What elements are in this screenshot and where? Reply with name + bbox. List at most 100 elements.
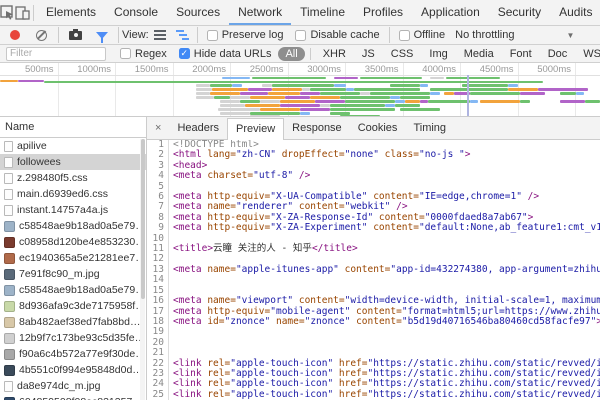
inspect-element-icon[interactable] — [0, 3, 15, 23]
regex-checkbox[interactable]: Regex — [120, 48, 167, 60]
waterfall-bar — [18, 80, 44, 82]
throttling-select[interactable]: No throttling ▼ — [455, 29, 574, 41]
request-row[interactable]: 7e91f8c90_m.jpg — [0, 266, 146, 282]
document-file-icon — [4, 141, 13, 152]
tab-network[interactable]: Network — [229, 0, 291, 25]
disable-cache-checkbox[interactable]: Disable cache — [295, 29, 379, 41]
waterfall-bar — [446, 77, 500, 79]
request-row[interactable]: followees — [0, 154, 146, 170]
code-text: <meta id="znonce" name="znonce" content=… — [169, 317, 600, 327]
checkbox-box[interactable]: ✓ — [179, 48, 190, 59]
waterfall-bar — [340, 96, 390, 99]
filter-input[interactable] — [6, 47, 106, 61]
request-row[interactable]: c58548ae9b18ad0a5e79fe4e... — [0, 218, 146, 234]
checkbox-label: Offline — [414, 29, 446, 41]
waterfall-bar — [330, 104, 385, 107]
network-overview[interactable]: 500ms1000ms1500ms2000ms2500ms3000ms3500m… — [0, 63, 600, 117]
tab-profiles[interactable]: Profiles — [354, 0, 412, 25]
request-row[interactable]: instant.14757a4a.js — [0, 202, 146, 218]
waterfall-bar — [210, 84, 232, 87]
waterfall-bar — [230, 96, 250, 99]
close-icon[interactable]: × — [147, 122, 169, 134]
tab-timeline[interactable]: Timeline — [291, 0, 354, 25]
sidebar-scrollbar[interactable] — [140, 139, 145, 400]
list-view-icon[interactable] — [154, 30, 166, 40]
screenshot-camera-icon[interactable] — [69, 31, 82, 40]
request-row[interactable]: da8e974dc_m.jpg — [0, 378, 146, 394]
detail-tab-timing[interactable]: Timing — [405, 118, 454, 139]
request-row[interactable]: z.298480f5.css — [0, 170, 146, 186]
filter-type-all[interactable]: All — [278, 47, 304, 61]
detail-tab-headers[interactable]: Headers — [169, 118, 227, 139]
preview-code-view[interactable]: 1<!DOCTYPE html>2<html lang="zh-CN" drop… — [147, 140, 600, 400]
waterfall-bar — [210, 92, 240, 95]
clear-icon[interactable] — [36, 30, 47, 41]
tab-audits[interactable]: Audits — [550, 0, 600, 25]
checkbox-box[interactable] — [399, 30, 410, 41]
tab-application[interactable]: Application — [412, 0, 489, 25]
request-row[interactable]: c08958d120be4e853230649... — [0, 234, 146, 250]
filter-type-xhr[interactable]: XHR — [316, 47, 353, 61]
detail-tab-preview[interactable]: Preview — [227, 118, 284, 140]
code-text: <html lang="zh-CN" dropEffect="none" cla… — [169, 150, 471, 160]
waterfall-bar — [385, 104, 395, 107]
network-toolbar: View: Preserve log Disable cache Offline… — [0, 26, 600, 45]
request-row[interactable]: 8ab482aef38ed7fab8bd4314... — [0, 314, 146, 330]
filter-type-doc[interactable]: Doc — [541, 47, 575, 61]
filter-type-ws[interactable]: WS — [576, 47, 600, 61]
waterfall-bar — [214, 96, 230, 99]
detail-tab-cookies[interactable]: Cookies — [350, 118, 406, 139]
filter-type-css[interactable]: CSS — [384, 47, 421, 61]
detail-tab-response[interactable]: Response — [284, 118, 350, 139]
checkbox-box[interactable] — [207, 30, 218, 41]
waterfall-view-icon[interactable] — [176, 30, 189, 40]
code-line: 11<title>云瞳 关注的人 - 知乎</title> — [147, 244, 600, 254]
checkbox-box[interactable] — [120, 48, 131, 59]
waterfall-bar — [520, 100, 530, 103]
request-row[interactable]: 12b9f7c173be93c5d35fea2d... — [0, 330, 146, 346]
name-column-header[interactable]: Name — [0, 117, 146, 138]
request-row[interactable]: f90a6c4b572a77e9f30de153... — [0, 346, 146, 362]
device-toolbar-icon[interactable] — [15, 3, 30, 23]
filter-type-media[interactable]: Media — [457, 47, 501, 61]
request-row[interactable]: ec1940365a5e21281ee71856... — [0, 250, 146, 266]
filter-type-font[interactable]: Font — [503, 47, 539, 61]
tab-console[interactable]: Console — [105, 0, 167, 25]
tick-label: 1000ms — [58, 64, 112, 75]
request-row[interactable]: 604859508f08ec8313573f0e7... — [0, 394, 146, 400]
waterfall-bar — [262, 84, 272, 87]
waterfall-bar — [334, 84, 346, 87]
tab-security[interactable]: Security — [489, 0, 550, 25]
request-row[interactable]: apilive — [0, 138, 146, 154]
separator — [33, 5, 34, 21]
waterfall-bar — [508, 88, 538, 91]
tab-elements[interactable]: Elements — [37, 0, 105, 25]
record-icon[interactable] — [10, 30, 20, 40]
preserve-log-checkbox[interactable]: Preserve log — [207, 29, 284, 41]
waterfall-bar — [220, 100, 240, 103]
offline-checkbox[interactable]: Offline — [399, 29, 446, 41]
waterfall-bar — [345, 100, 395, 103]
request-row[interactable]: 4b551c0f994e95848d0dda09... — [0, 362, 146, 378]
filter-type-img[interactable]: Img — [422, 47, 454, 61]
request-row[interactable]: 8d936afa9c3de7175958fae5... — [0, 298, 146, 314]
request-row[interactable]: main.d6939ed6.css — [0, 186, 146, 202]
waterfall-bar — [444, 92, 454, 95]
filter-funnel-icon[interactable] — [96, 32, 108, 39]
separator — [58, 27, 59, 43]
checkbox-box[interactable] — [295, 30, 306, 41]
waterfall-bar — [220, 112, 250, 115]
tab-sources[interactable]: Sources — [167, 0, 229, 25]
document-file-icon — [4, 381, 13, 392]
scrollbar-thumb[interactable] — [141, 139, 145, 299]
request-row[interactable]: c58548ae9b18ad0a5e79fe4e... — [0, 282, 146, 298]
waterfall-bar — [252, 77, 326, 79]
line-number: 16 — [147, 296, 169, 306]
waterfall-bar — [390, 84, 420, 87]
waterfall-bar — [260, 100, 280, 103]
waterfall-bar — [340, 115, 380, 117]
filter-type-js[interactable]: JS — [355, 47, 382, 61]
waterfall-bar — [346, 88, 354, 91]
hide-data-urls-checkbox[interactable]: ✓Hide data URLs — [179, 48, 272, 60]
detail-tabbar: × HeadersPreviewResponseCookiesTiming — [147, 117, 600, 140]
